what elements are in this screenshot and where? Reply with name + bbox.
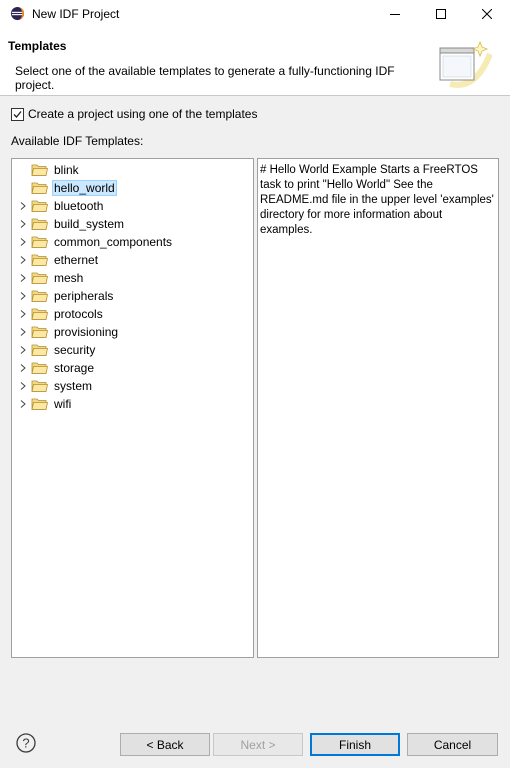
- cancel-button[interactable]: Cancel: [407, 733, 498, 756]
- minimize-button[interactable]: [372, 0, 418, 28]
- chevron-right-icon[interactable]: [19, 238, 27, 246]
- back-button[interactable]: < Back: [120, 733, 210, 756]
- page-title: Templates: [8, 39, 67, 53]
- tree-item[interactable]: wifi: [12, 395, 252, 413]
- available-templates-label: Available IDF Templates:: [11, 134, 144, 148]
- folder-icon: [31, 272, 48, 284]
- tree-item-label: peripherals: [54, 289, 114, 303]
- tree-item[interactable]: mesh: [12, 269, 252, 287]
- use-template-label: Create a project using one of the templa…: [28, 107, 258, 121]
- folder-icon: [31, 218, 48, 230]
- chevron-right-icon[interactable]: [19, 364, 27, 372]
- tree-item[interactable]: common_components: [12, 233, 252, 251]
- tree-item-label: system: [54, 379, 93, 393]
- chevron-right-icon[interactable]: [19, 292, 27, 300]
- tree-item[interactable]: peripherals: [12, 287, 252, 305]
- folder-icon: [31, 254, 48, 266]
- svg-text:?: ?: [22, 736, 29, 751]
- folder-icon: [31, 236, 48, 248]
- maximize-icon: [436, 9, 446, 19]
- tree-item[interactable]: blink: [12, 161, 252, 179]
- maximize-button[interactable]: [418, 0, 464, 28]
- folder-icon: [31, 182, 48, 194]
- template-tree[interactable]: blink hello_world bluetooth build_systemcom…: [11, 158, 254, 658]
- folder-icon: [31, 164, 48, 176]
- tree-item-label: ethernet: [54, 253, 99, 267]
- tree-item[interactable]: system: [12, 377, 252, 395]
- new-idf-project-dialog: New IDF Project Templates Select one of …: [0, 0, 510, 768]
- close-icon: [482, 9, 492, 19]
- checkmark-icon: [13, 110, 22, 118]
- folder-icon: [31, 290, 48, 302]
- tree-item-label: mesh: [54, 271, 84, 285]
- tree-item-label: storage: [54, 361, 95, 375]
- tree-item[interactable]: ethernet: [12, 251, 252, 269]
- chevron-right-icon[interactable]: [19, 220, 27, 228]
- chevron-right-icon[interactable]: [19, 346, 27, 354]
- folder-icon: [31, 200, 48, 212]
- tree-item[interactable]: build_system: [12, 215, 252, 233]
- chevron-right-icon[interactable]: [19, 400, 27, 408]
- tree-item[interactable]: bluetooth: [12, 197, 252, 215]
- next-button[interactable]: Next >: [213, 733, 303, 756]
- tree-item-label: security: [54, 343, 96, 357]
- wizard-header: Templates Select one of the available te…: [0, 28, 510, 96]
- chevron-right-icon[interactable]: [19, 256, 27, 264]
- use-template-checkbox[interactable]: [11, 107, 24, 121]
- chevron-right-icon[interactable]: [19, 274, 27, 282]
- tree-item[interactable]: storage: [12, 359, 252, 377]
- title-bar: New IDF Project: [0, 0, 510, 28]
- folder-icon: [31, 326, 48, 338]
- tree-item[interactable]: provisioning: [12, 323, 252, 341]
- tree-item-label: protocols: [54, 307, 103, 321]
- page-description: Select one of the available templates to…: [15, 64, 395, 92]
- use-template-checkbox-row[interactable]: Create a project using one of the templa…: [11, 107, 257, 121]
- eclipse-icon: [10, 6, 25, 21]
- tree-item[interactable]: hello_world: [12, 179, 252, 197]
- folder-icon: [31, 362, 48, 374]
- tree-item-label: blink: [54, 163, 79, 177]
- chevron-right-icon[interactable]: [19, 202, 27, 210]
- folder-icon: [31, 380, 48, 392]
- tree-item-label: hello_world: [52, 180, 117, 196]
- tree-item[interactable]: security: [12, 341, 252, 359]
- close-button[interactable]: [464, 0, 510, 28]
- folder-icon: [31, 398, 48, 410]
- tree-item-label: build_system: [54, 217, 125, 231]
- folder-icon: [31, 344, 48, 356]
- tree-item[interactable]: protocols: [12, 305, 252, 323]
- finish-button[interactable]: Finish: [310, 733, 400, 756]
- chevron-right-icon[interactable]: [19, 382, 27, 390]
- template-description: # Hello World Example Starts a FreeRTOS …: [257, 158, 499, 658]
- minimize-icon: [390, 14, 400, 15]
- tree-item-label: bluetooth: [54, 199, 104, 213]
- chevron-right-icon[interactable]: [19, 310, 27, 318]
- wizard-banner-icon: [439, 40, 492, 88]
- tree-item-label: provisioning: [54, 325, 119, 339]
- tree-item-label: common_components: [54, 235, 173, 249]
- help-icon[interactable]: ?: [16, 733, 36, 753]
- chevron-right-icon[interactable]: [19, 328, 27, 336]
- tree-item-label: wifi: [54, 397, 72, 411]
- window-title: New IDF Project: [32, 7, 120, 21]
- folder-icon: [31, 308, 48, 320]
